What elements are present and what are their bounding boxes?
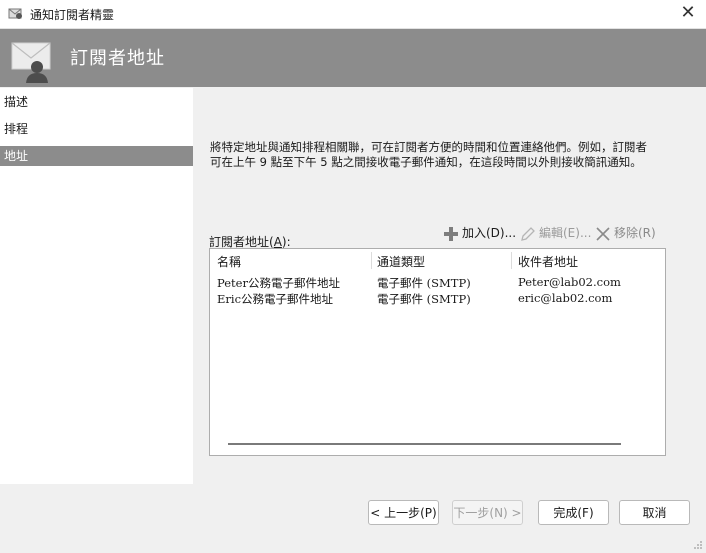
column-name[interactable]: 名稱 (217, 253, 241, 270)
app-icon (8, 8, 22, 19)
add-icon (444, 226, 458, 241)
column-divider[interactable] (511, 252, 512, 269)
sidebar-item-schedule[interactable]: 排程 (0, 119, 193, 139)
column-channel-type[interactable]: 通道類型 (377, 253, 425, 270)
remove-button[interactable]: 移除(R) (595, 224, 656, 242)
window-title: 通知訂閱者精靈 (30, 8, 115, 22)
horizontal-scrollbar[interactable] (228, 443, 621, 445)
column-recipient-address[interactable]: 收件者地址 (518, 253, 578, 270)
table-row[interactable]: Eric公務電子郵件地址 電子郵件 (SMTP) eric@lab02.com (210, 291, 665, 307)
resize-grip-icon[interactable] (693, 540, 703, 550)
title-bar: 通知訂閱者精靈 ✕ (0, 0, 706, 29)
subscriber-address-list[interactable]: 名稱 通道類型 收件者地址 Peter公務電子郵件地址 電子郵件 (SMTP) … (209, 248, 666, 456)
table-row[interactable]: Peter公務電子郵件地址 電子郵件 (SMTP) Peter@lab02.co… (210, 275, 665, 291)
column-divider[interactable] (371, 252, 372, 269)
wizard-steps: 描述 排程 地址 (0, 88, 193, 484)
pencil-icon (521, 226, 535, 241)
back-button[interactable]: < 上一步(P) (368, 500, 439, 525)
next-button[interactable]: 下一步(N) > (452, 500, 523, 525)
close-icon[interactable]: ✕ (676, 2, 700, 26)
delete-x-icon (596, 226, 610, 241)
wizard-footer: < 上一步(P) 下一步(N) > 完成(F) 取消 (0, 484, 706, 553)
sidebar-item-address[interactable]: 地址 (0, 146, 193, 166)
sidebar-item-description[interactable]: 描述 (0, 92, 193, 112)
edit-button[interactable]: 編輯(E)... (520, 224, 591, 242)
list-header: 名稱 通道類型 收件者地址 (210, 249, 665, 271)
main-panel: 將特定地址與通知排程相關聯，可在訂閱者方便的時間和位置連絡他們。例如，訂閱者可在… (193, 88, 706, 484)
cancel-button[interactable]: 取消 (619, 500, 690, 525)
subscriber-mail-icon (11, 42, 51, 83)
wizard-banner: 訂閱者地址 (0, 29, 706, 87)
finish-button[interactable]: 完成(F) (538, 500, 609, 525)
page-description: 將特定地址與通知排程相關聯，可在訂閱者方便的時間和位置連絡他們。例如，訂閱者可在… (210, 140, 647, 169)
page-title: 訂閱者地址 (70, 48, 165, 69)
add-button[interactable]: 加入(D)... (443, 224, 516, 242)
